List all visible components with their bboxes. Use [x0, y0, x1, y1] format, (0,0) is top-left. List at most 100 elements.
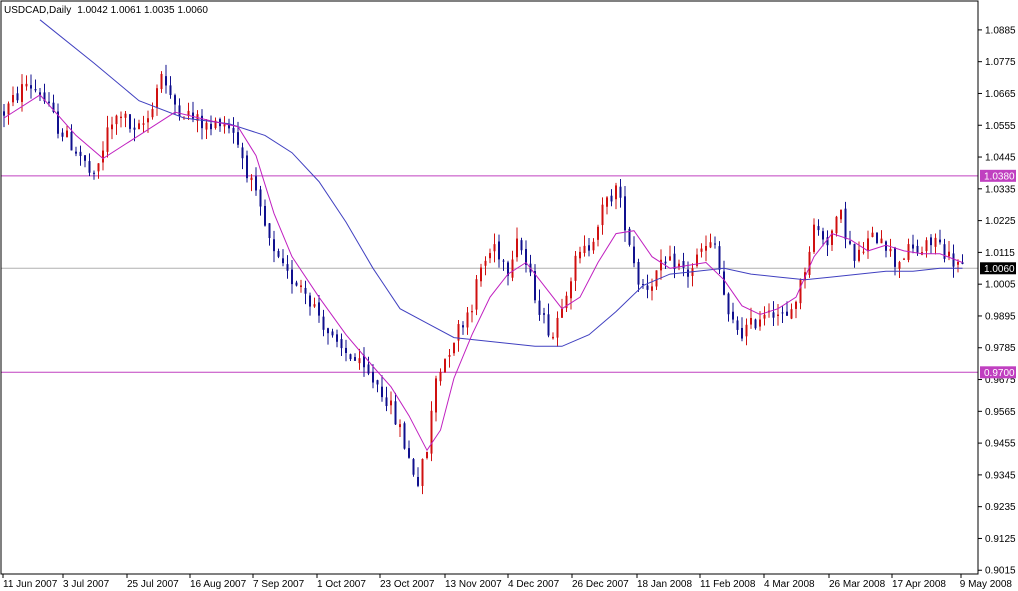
candle-body — [511, 259, 514, 278]
candle-body — [309, 295, 311, 307]
candle-body — [844, 208, 847, 240]
x-tick-label: 4 Mar 2008 — [764, 579, 815, 590]
candle-body — [466, 312, 469, 328]
candle-body — [133, 127, 136, 130]
candle-body — [799, 279, 802, 304]
candle-body — [376, 380, 379, 385]
candle-body — [3, 111, 5, 116]
candle-body — [282, 258, 284, 264]
candle-body — [66, 130, 68, 138]
candle-body — [957, 261, 959, 265]
candle-body — [651, 286, 653, 291]
candle-body — [169, 85, 172, 96]
candle-body — [723, 271, 725, 295]
candle-body — [880, 238, 883, 244]
x-tick-label: 11 Feb 2008 — [700, 579, 756, 590]
candle-body — [385, 397, 388, 407]
y-tick-label: 0.9015 — [985, 566, 1016, 577]
candle-body — [291, 269, 293, 285]
symbol-label: USDCAD,Daily — [4, 5, 71, 16]
candle-body — [210, 123, 212, 130]
candle-body — [736, 320, 739, 330]
candle-body — [516, 238, 518, 258]
candle-body — [484, 260, 487, 266]
candle-body — [349, 354, 352, 360]
candle-body — [435, 378, 437, 413]
candle-body — [237, 132, 239, 145]
y-tick-label: 1.0225 — [985, 216, 1016, 227]
candle-body — [588, 245, 590, 251]
candle-body — [444, 359, 446, 373]
candle-body — [12, 95, 14, 103]
candle-body — [120, 116, 122, 119]
candle-body — [840, 209, 842, 220]
candle-body — [601, 204, 604, 226]
candle-body — [327, 328, 329, 334]
candle-body — [160, 73, 163, 90]
candle-body — [394, 401, 397, 425]
candle-body — [205, 122, 208, 130]
candle-body — [795, 301, 797, 309]
candle-body — [34, 88, 37, 91]
candle-body — [772, 312, 775, 318]
y-tick-label: 0.9895 — [985, 311, 1016, 322]
candle-body — [682, 260, 685, 268]
candle-body — [579, 251, 581, 259]
candle-body — [718, 246, 721, 270]
candle-body — [403, 423, 406, 449]
y-tick-label: 0.9235 — [985, 502, 1016, 513]
candle-body — [646, 285, 649, 290]
candle-body — [916, 245, 919, 253]
candle-body — [201, 115, 203, 129]
candle-body — [637, 261, 640, 285]
candle-body — [700, 248, 703, 252]
candle-body — [102, 150, 104, 163]
candle-body — [300, 285, 302, 288]
candle-body — [583, 245, 586, 254]
candle-body — [48, 101, 50, 103]
candle-body — [151, 109, 154, 118]
candle-body — [790, 309, 793, 319]
candle-body — [70, 131, 73, 151]
candle-body — [813, 224, 815, 252]
candle-body — [453, 343, 455, 354]
candle-body — [862, 251, 865, 253]
candle-body — [331, 331, 334, 336]
level-label: 1.0380 — [984, 171, 1015, 182]
candle-body — [660, 259, 662, 271]
current-price-label: 1.0060 — [984, 264, 1015, 275]
candle-body — [709, 242, 712, 248]
y-tick-label: 0.9125 — [985, 534, 1016, 545]
candle-body — [934, 237, 937, 247]
candle-body — [705, 245, 707, 251]
candle-body — [462, 325, 464, 328]
candle-body — [124, 113, 127, 118]
candle-body — [358, 358, 361, 364]
candle-body — [786, 311, 788, 316]
candle-body — [7, 103, 10, 115]
y-tick-label: 0.9345 — [985, 470, 1016, 481]
candle-body — [129, 114, 131, 129]
candle-body — [138, 123, 140, 130]
price-chart: 1.0885 1.0775 1.0665 1.0555 1.0445 1.0335 1.02… — [0, 0, 1018, 591]
candle-body — [192, 112, 194, 119]
candle-body — [615, 185, 617, 200]
candle-body — [246, 155, 248, 179]
candle-body — [97, 163, 100, 172]
candle-body — [156, 88, 158, 109]
candle-body — [439, 371, 442, 382]
candle-body — [174, 95, 176, 105]
candle-body — [763, 314, 766, 319]
candle-body — [21, 84, 23, 102]
candle-body — [606, 197, 608, 207]
candle-body — [295, 282, 298, 286]
candle-body — [345, 347, 347, 353]
candle-body — [84, 155, 86, 161]
x-tick-label: 1 Oct 2007 — [317, 579, 366, 590]
candle-body — [106, 127, 109, 152]
candle-body — [520, 240, 523, 251]
x-tick-label: 7 Sep 2007 — [253, 579, 305, 590]
candle-body — [939, 239, 941, 243]
candle-body — [372, 371, 374, 383]
candle-body — [597, 226, 599, 240]
